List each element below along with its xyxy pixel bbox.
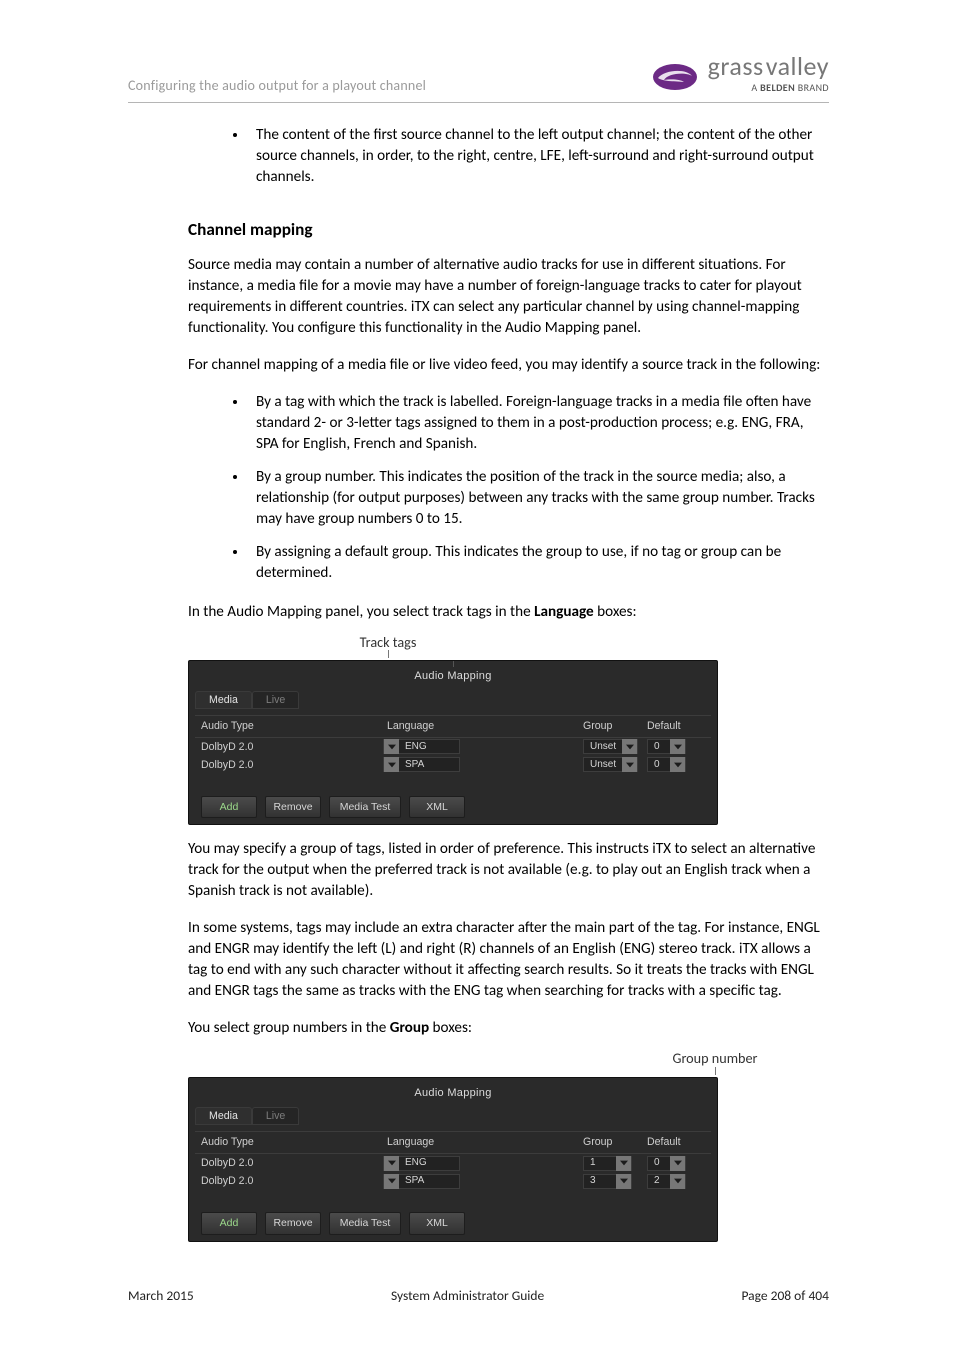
group-dropdown[interactable]: Unset xyxy=(583,739,638,754)
table-row: DolbyD 2.0 ENG Unset xyxy=(195,738,711,756)
remove-button[interactable]: Remove xyxy=(265,1212,321,1234)
tab-live[interactable]: Live xyxy=(252,691,299,710)
intro-bullet-list: The content of the first source channel … xyxy=(128,125,829,188)
callout-group-number: Group number xyxy=(640,1049,790,1075)
chevron-down-icon xyxy=(616,1156,631,1171)
cell-audio-type: DolbyD 2.0 xyxy=(201,1174,381,1189)
chevron-down-icon xyxy=(622,739,637,754)
table-row: DolbyD 2.0 SPA Unset xyxy=(195,756,711,774)
table-row: DolbyD 2.0 ENG 1 xyxy=(195,1154,711,1172)
cell-audio-type: DolbyD 2.0 xyxy=(201,740,381,755)
callout-track-tags: Track tags xyxy=(328,633,448,659)
col-group: Group xyxy=(583,1135,647,1150)
chevron-down-icon xyxy=(384,1174,399,1189)
body-paragraph: In the Audio Mapping panel, you select t… xyxy=(188,602,829,623)
gv-swirl-icon xyxy=(652,60,698,94)
audio-mapping-panel: Audio Mapping Media Live Audio Type Lang… xyxy=(188,1077,718,1242)
body-paragraph: You may specify a group of tags, listed … xyxy=(188,839,829,902)
chevron-down-icon xyxy=(384,757,399,772)
col-language: Language xyxy=(381,719,583,734)
brand-logo: grassvalley A BELDEN BRAND xyxy=(652,54,829,94)
list-item: By a tag with which the track is labelle… xyxy=(248,392,829,455)
group-dropdown[interactable]: 1 xyxy=(583,1156,632,1171)
col-default: Default xyxy=(647,719,711,734)
chevron-down-icon xyxy=(384,739,399,754)
remove-button[interactable]: Remove xyxy=(265,796,321,818)
media-test-button[interactable]: Media Test xyxy=(329,1212,401,1234)
default-dropdown[interactable]: 2 xyxy=(647,1174,686,1189)
body-paragraph: You select group numbers in the Group bo… xyxy=(188,1018,829,1039)
list-item: By assigning a default group. This indic… xyxy=(248,542,829,584)
brand-tagline: A BELDEN BRAND xyxy=(751,81,829,94)
table-header-row: Audio Type Language Group Default xyxy=(195,715,711,738)
col-language: Language xyxy=(381,1135,583,1150)
default-dropdown[interactable]: 0 xyxy=(647,1156,686,1171)
header-section-title: Configuring the audio output for a playo… xyxy=(128,77,426,94)
col-default: Default xyxy=(647,1135,711,1150)
chevron-down-icon xyxy=(384,1156,399,1171)
col-audio-type: Audio Type xyxy=(201,1135,381,1150)
table-row: DolbyD 2.0 SPA 3 xyxy=(195,1172,711,1190)
media-test-button[interactable]: Media Test xyxy=(329,796,401,818)
add-button[interactable]: Add xyxy=(201,796,257,818)
list-item: The content of the first source channel … xyxy=(248,125,829,188)
chevron-down-icon xyxy=(670,1156,685,1171)
chevron-down-icon xyxy=(670,757,685,772)
add-button[interactable]: Add xyxy=(201,1212,257,1234)
group-dropdown[interactable]: Unset xyxy=(583,757,638,772)
default-dropdown[interactable]: 0 xyxy=(647,757,686,772)
cell-audio-type: DolbyD 2.0 xyxy=(201,758,381,773)
cell-audio-type: DolbyD 2.0 xyxy=(201,1156,381,1171)
list-item: By a group number. This indicates the po… xyxy=(248,467,829,530)
col-group: Group xyxy=(583,719,647,734)
body-paragraph: In some systems, tags may include an ext… xyxy=(188,918,829,1002)
chevron-down-icon xyxy=(616,1174,631,1189)
language-dropdown[interactable]: SPA xyxy=(383,757,460,772)
section-heading: Channel mapping xyxy=(188,218,829,242)
brand-wordmark: grassvalley xyxy=(708,54,829,79)
tab-live[interactable]: Live xyxy=(252,1107,299,1126)
footer-page: Page 208 of 404 xyxy=(741,1287,829,1304)
language-dropdown[interactable]: ENG xyxy=(383,1156,460,1171)
criteria-bullet-list: By a tag with which the track is labelle… xyxy=(128,392,829,584)
default-dropdown[interactable]: 0 xyxy=(647,739,686,754)
xml-button[interactable]: XML xyxy=(409,796,465,818)
xml-button[interactable]: XML xyxy=(409,1212,465,1234)
body-paragraph: Source media may contain a number of alt… xyxy=(188,255,829,339)
chevron-down-icon xyxy=(670,1174,685,1189)
page-footer: March 2015 System Administrator Guide Pa… xyxy=(128,1287,829,1304)
table-header-row: Audio Type Language Group Default xyxy=(195,1131,711,1154)
audio-mapping-panel: Audio Mapping Media Live Audio Type Lang… xyxy=(188,660,718,825)
chevron-down-icon xyxy=(622,757,637,772)
group-dropdown[interactable]: 3 xyxy=(583,1174,632,1189)
tab-media[interactable]: Media xyxy=(195,691,252,710)
footer-date: March 2015 xyxy=(128,1287,194,1304)
page-header: Configuring the audio output for a playo… xyxy=(128,54,829,100)
tab-media[interactable]: Media xyxy=(195,1107,252,1126)
panel-title: Audio Mapping xyxy=(195,1084,711,1107)
language-dropdown[interactable]: ENG xyxy=(383,739,460,754)
footer-title: System Administrator Guide xyxy=(391,1287,544,1304)
panel-title: Audio Mapping xyxy=(195,667,711,690)
language-dropdown[interactable]: SPA xyxy=(383,1174,460,1189)
chevron-down-icon xyxy=(670,739,685,754)
body-paragraph: For channel mapping of a media file or l… xyxy=(188,355,829,376)
col-audio-type: Audio Type xyxy=(201,719,381,734)
